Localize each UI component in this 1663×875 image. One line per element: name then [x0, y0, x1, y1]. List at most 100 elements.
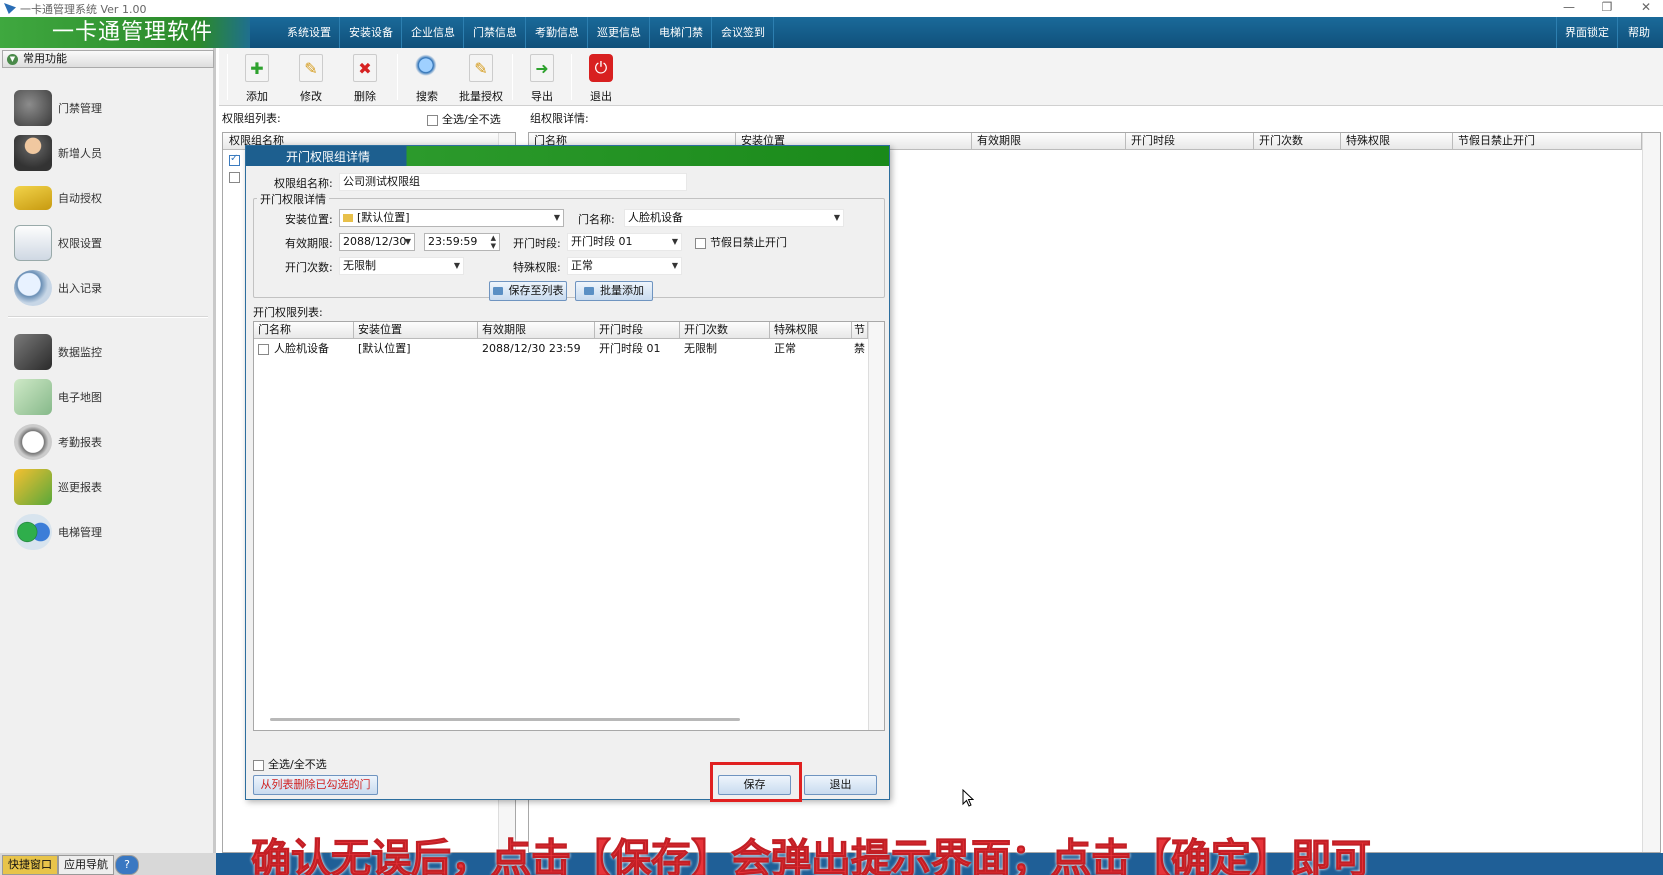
column-door-name[interactable]: 门名称 [254, 322, 354, 339]
menu-meeting-signin[interactable]: 会议签到 [713, 17, 774, 48]
folder-icon [343, 214, 353, 222]
edit-button[interactable]: ✎ 修改 [285, 52, 337, 104]
exit-button[interactable]: ⏻ 退出 [575, 52, 627, 104]
delete-label: 删除 [354, 90, 376, 103]
column-validity[interactable]: 有效期限 [478, 322, 595, 339]
sidebar-item-electronic-map[interactable]: 电子地图 [14, 377, 204, 417]
select-all-groups[interactable]: 全选/全不选 [427, 111, 501, 127]
menu-company-info[interactable]: 企业信息 [403, 17, 464, 48]
tab-quick-window[interactable]: 快捷窗口 [2, 855, 58, 875]
batch-authorize-button[interactable]: ✎ 批量授权 [455, 52, 507, 104]
edit-label: 修改 [300, 90, 322, 103]
cell-door-name: 人脸机设备 [274, 342, 329, 355]
sidebar-header[interactable]: ▼ 常用功能 [2, 50, 214, 68]
column-holiday[interactable]: 节 [852, 322, 868, 339]
delete-button[interactable]: ✖ 删除 [339, 52, 391, 104]
detail-scrollbar[interactable] [1642, 133, 1660, 852]
column-holiday-block[interactable]: 节假日禁止开门 [1453, 133, 1642, 150]
group-name-field[interactable]: 公司测试权限组 [339, 173, 687, 191]
close-button[interactable]: ✕ [1632, 0, 1660, 17]
restore-button[interactable]: ❐ [1593, 0, 1621, 17]
title-bar: 一卡通管理系统 Ver 1.00 — ❐ ✕ [0, 0, 1663, 17]
door-name-label: 门名称: [578, 213, 615, 226]
chevron-down-icon: ▼ [7, 54, 18, 65]
mouse-cursor-icon [962, 789, 974, 807]
clock-icon [14, 424, 52, 460]
sidebar-item-label: 电子地图 [58, 391, 102, 404]
select-all-doors[interactable]: 全选/全不选 [253, 756, 327, 772]
dialog-title: 开门权限组详情 [286, 150, 371, 164]
menu-access-info[interactable]: 门禁信息 [465, 17, 526, 48]
column-install-location[interactable]: 安装位置 [354, 322, 478, 339]
save-to-list-button[interactable]: 保存至列表 [489, 281, 567, 301]
column-special-permission[interactable]: 特殊权限 [1341, 133, 1453, 150]
chevron-down-icon: ▼ [671, 237, 678, 246]
sidebar-item-permission-settings[interactable]: 权限设置 [14, 223, 204, 263]
cell-holiday: 禁 [854, 342, 865, 355]
exit-dialog-button[interactable]: 退出 [804, 775, 877, 795]
sidebar-item-access-records[interactable]: 出入记录 [14, 268, 204, 308]
group-row-checkbox[interactable] [229, 153, 244, 166]
sidebar-item-new-person[interactable]: 新增人员 [14, 133, 204, 173]
sidebar-item-label: 新增人员 [58, 147, 102, 160]
menu-lock-screen[interactable]: 界面锁定 [1556, 17, 1618, 48]
remove-checked-button[interactable]: 从列表删除已勾选的门 [253, 775, 378, 795]
app-logo: 一卡通管理软件 [0, 17, 250, 48]
column-open-count[interactable]: 开门次数 [1254, 133, 1341, 150]
save-icon [492, 287, 503, 295]
sidebar-item-door-access[interactable]: 门禁管理 [14, 88, 204, 128]
sidebar-item-auto-authorize[interactable]: 自动授权 [14, 178, 204, 218]
column-open-period[interactable]: 开门时段 [595, 322, 680, 339]
menu-help[interactable]: 帮助 [1620, 17, 1658, 48]
batch-add-button[interactable]: 批量添加 [575, 281, 653, 301]
validity-date-picker[interactable]: 2088/12/30 ▼ [339, 233, 415, 251]
tutorial-caption: 确认无误后，点击【保存】会弹出提示界面；点击【确定】即可 [251, 836, 1372, 875]
toolbar-separator [571, 54, 572, 100]
person-icon [14, 135, 52, 171]
menu-elevator-access[interactable]: 电梯门禁 [651, 17, 712, 48]
add-button[interactable]: ✚ 添加 [231, 52, 283, 104]
checkbox[interactable] [427, 114, 438, 126]
menu-patrol-info[interactable]: 巡更信息 [589, 17, 650, 48]
table-row[interactable]: 人脸机设备 [默认位置] 2088/12/30 23:59 开门时段 01 无限… [254, 340, 868, 357]
search-button[interactable]: 搜索 [401, 52, 453, 104]
column-validity[interactable]: 有效期限 [972, 133, 1126, 150]
help-icon[interactable]: ? [115, 855, 139, 875]
validity-time-value: 23:59:59 [428, 235, 478, 248]
sidebar-header-label: 常用功能 [23, 52, 67, 65]
sidebar-item-data-monitor[interactable]: 数据监控 [14, 332, 204, 372]
select-all-label: 全选/全不选 [268, 758, 327, 771]
open-count-select[interactable]: 无限制 ▼ [339, 257, 464, 275]
special-permission-select[interactable]: 正常 ▼ [567, 257, 682, 275]
validity-time-spinner[interactable]: 23:59:59 ▲ ▼ [424, 233, 500, 251]
chevron-down-icon: ▼ [404, 237, 411, 246]
dialog-title-bar: 开门权限组详情 [246, 146, 889, 166]
chevron-down-icon: ▼ [553, 213, 560, 222]
vertical-scrollbar[interactable] [868, 322, 884, 730]
sidebar-item-patrol-report[interactable]: 巡更报表 [14, 467, 204, 507]
cell-validity: 2088/12/30 23:59 [482, 342, 581, 355]
sidebar-divider [8, 316, 208, 318]
column-open-count[interactable]: 开门次数 [680, 322, 770, 339]
location-select[interactable]: [默认位置] ▼ [339, 209, 564, 227]
column-special-permission[interactable]: 特殊权限 [770, 322, 852, 339]
open-period-select[interactable]: 开门时段 01 ▼ [567, 233, 682, 251]
holiday-block-checkbox[interactable]: 节假日禁止开门 [695, 234, 787, 250]
export-button[interactable]: ➜ 导出 [516, 52, 568, 104]
group-row-checkbox[interactable] [229, 170, 244, 183]
door-name-select[interactable]: 人脸机设备 ▼ [624, 209, 844, 227]
menu-attendance-info[interactable]: 考勤信息 [527, 17, 588, 48]
horizontal-scrollbar[interactable] [270, 718, 740, 721]
sidebar-item-label: 权限设置 [58, 237, 102, 250]
batch-edit-icon: ✎ [469, 54, 493, 82]
minimize-button[interactable]: — [1555, 0, 1583, 17]
sidebar-item-elevator-management[interactable]: 电梯管理 [14, 512, 204, 552]
open-period-label: 开门时段: [513, 237, 561, 250]
elevator-icon [14, 514, 52, 550]
sidebar-item-attendance-report[interactable]: 考勤报表 [14, 422, 204, 462]
menu-install-device[interactable]: 安装设备 [341, 17, 402, 48]
tab-app-navigation[interactable]: 应用导航 [58, 855, 114, 875]
column-open-period[interactable]: 开门时段 [1126, 133, 1254, 150]
toolbar-separator [512, 54, 513, 100]
menu-system-settings[interactable]: 系统设置 [279, 17, 340, 48]
